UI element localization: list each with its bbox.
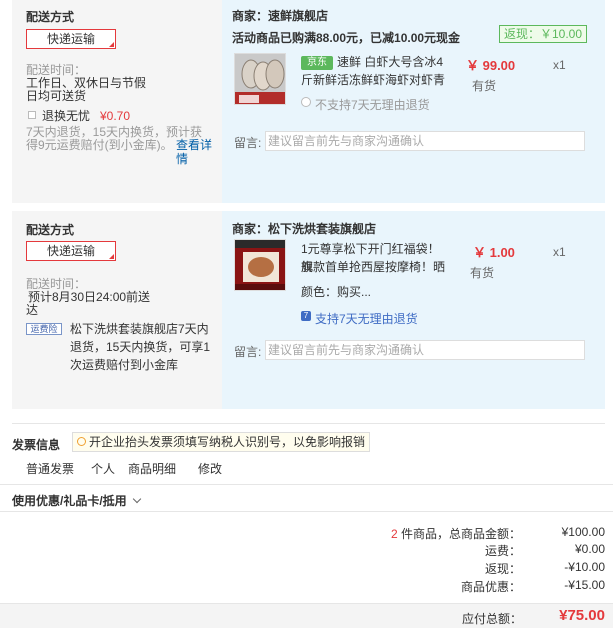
return-policy: 不支持7天无理由退货	[315, 98, 430, 112]
summary-goods-label: 2 件商品，总商品金额：	[390, 527, 521, 541]
shipping-panel: 配送方式 快递运输 配送时间： 预计8月30日24:00前送 达 运费险 松下洗…	[12, 211, 220, 409]
shipping-time-label: 配送时间：	[26, 63, 87, 77]
shipping-insurance-desc: 退货，15天内换货，可享1	[70, 340, 211, 354]
stock-status: 有货	[470, 266, 495, 280]
invoice-edit-link[interactable]: 修改	[198, 460, 222, 477]
shipping-panel: 配送方式 快递运输 配送时间： 工作日、双休日与节假 日均可送货 退换无忧 ¥0…	[12, 0, 220, 203]
return-insurance-checkbox[interactable]	[28, 111, 36, 119]
lucky-bag-image-icon	[235, 240, 285, 290]
merchant-name: 商家：松下洗烘套装旗舰店	[232, 222, 377, 236]
summary-rebate-value: -¥10.00	[564, 560, 605, 574]
shipping-method-button[interactable]: 快递运输	[26, 29, 116, 49]
summary-rebate: 返现： -¥10.00	[484, 560, 605, 576]
product-thumbnail[interactable]	[234, 239, 286, 291]
summary-goods-value: ¥100.00	[561, 525, 605, 539]
return-policy: 支持7天无理由退货	[315, 312, 418, 326]
shipping-method-button[interactable]: 快递运输	[26, 241, 116, 261]
shipping-time-label: 配送时间：	[26, 277, 87, 291]
note-input[interactable]: 建议留言前先与商家沟通确认	[265, 340, 585, 360]
payable-amount: ¥75.00	[559, 607, 605, 624]
product-name[interactable]: 舰款首单抢西屋按摩椅！晒	[301, 258, 451, 276]
shipping-insurance-logo: 运费险	[26, 323, 62, 335]
summary-shipping-value: ¥0.00	[574, 542, 605, 556]
coupon-title: 使用优惠/礼品卡/抵用	[12, 494, 127, 508]
shipping-time-line: 日均可送货	[26, 89, 87, 103]
payable-bar: 应付总额： ¥75.00	[0, 603, 613, 628]
return-insurance-desc: 得9元运费赔付(到小金库)。	[26, 138, 173, 152]
invoice-type: 普通发票	[26, 462, 75, 476]
goods-panel: 商家：速鲜旗舰店 活动商品已购满88.00元，已减10.00元现金 返现：￥10…	[222, 0, 605, 203]
divider	[0, 484, 613, 485]
summary-discount: 商品优惠： -¥15.00	[460, 578, 605, 594]
return-insurance-label: 退换无忧	[42, 109, 91, 123]
order-block-1: 配送方式 快递运输 配送时间： 工作日、双休日与节假 日均可送货 退换无忧 ¥0…	[12, 0, 605, 203]
product-price: ￥ 99.00	[466, 58, 516, 73]
order-block-2: 配送方式 快递运输 配送时间： 预计8月30日24:00前送 达 运费险 松下洗…	[12, 211, 605, 409]
summary-shipping: 运费： ¥0.00	[484, 542, 605, 558]
return-insurance-desc: 7天内退货，15天内换货，预计获	[26, 125, 203, 139]
product-price: ￥ 1.00	[473, 245, 515, 260]
goods-panel: 商家：松下洗烘套装旗舰店 1元尊享松下开门红福袋！旗 舰款首单抢西屋按摩椅！晒 …	[222, 211, 605, 409]
tip-bulb-icon	[77, 437, 86, 446]
stock-status: 有货	[472, 79, 497, 93]
merchant-name: 商家：速鲜旗舰店	[232, 9, 329, 23]
summary-goods-total: 2 件商品，总商品金额： ¥100.00	[391, 525, 605, 541]
invoice-holder: 个人	[91, 462, 116, 476]
shipping-insurance-desc: 松下洗烘套装旗舰店7天内	[70, 322, 209, 336]
payable-label: 应付总额：	[461, 612, 522, 626]
invoice-tip: 开企业抬头发票须填写纳税人识别号，以免影响报销	[72, 432, 371, 452]
invoice-content: 商品明细	[128, 462, 177, 476]
divider	[0, 511, 613, 512]
summary-discount-value: -¥15.00	[564, 578, 605, 592]
divider	[12, 423, 605, 424]
shrimp-image-icon	[235, 54, 285, 104]
invoice-tip-text: 开企业抬头发票须填写纳税人识别号，以免影响报销	[89, 435, 366, 449]
product-name[interactable]: 速鲜 白虾大号含冰4	[337, 53, 457, 71]
product-quantity: x1	[553, 245, 566, 259]
note-label: 留言:	[234, 345, 262, 359]
product-thumbnail[interactable]	[234, 53, 286, 105]
product-quantity: x1	[553, 58, 566, 72]
product-name[interactable]: 斤新鲜活冻鲜虾海虾对虾青	[301, 71, 451, 89]
return-insurance-detail-link[interactable]: 查看详情	[176, 138, 216, 166]
shipping-insurance-desc: 次运费赔付到小金库	[70, 358, 179, 372]
shipping-time-line: 工作日、双休日与节假	[26, 76, 147, 90]
return-insurance-price: ¥0.70	[100, 109, 131, 123]
invoice-title: 发票信息	[12, 438, 61, 452]
jd-badge: 京东	[301, 56, 333, 70]
rebate-badge: 返现：￥10.00	[499, 25, 588, 43]
promo-text: 活动商品已购满88.00元，已减10.00元现金	[232, 31, 461, 45]
shipping-title: 配送方式	[26, 223, 75, 237]
seven-day-return-icon: 7	[301, 311, 311, 321]
shipping-title: 配送方式	[26, 10, 75, 24]
coupon-toggle[interactable]: 使用优惠/礼品卡/抵用	[12, 492, 142, 509]
note-input[interactable]: 建议留言前先与商家沟通确认	[265, 131, 585, 151]
shipping-time-line: 预计8月30日24:00前送	[28, 290, 151, 304]
no-return-icon	[301, 97, 311, 107]
product-attribute: 颜色：购买...	[301, 285, 372, 299]
checkout-page: 配送方式 快递运输 配送时间： 工作日、双休日与节假 日均可送货 退换无忧 ¥0…	[0, 0, 613, 628]
chevron-down-icon	[132, 494, 142, 504]
shipping-time-line: 达	[26, 303, 39, 317]
note-label: 留言:	[234, 136, 262, 150]
